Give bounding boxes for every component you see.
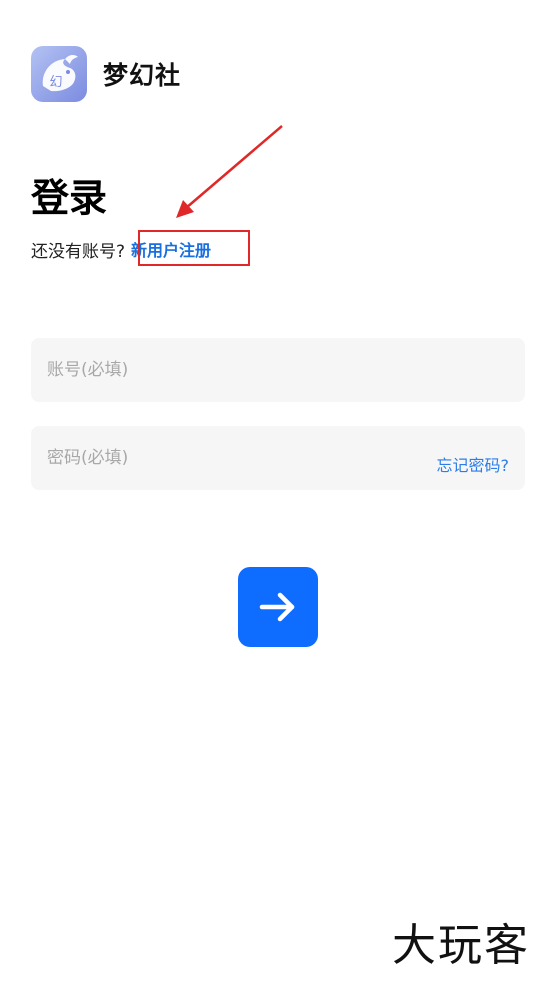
app-logo-icon: 幻 [31, 46, 87, 102]
new-user-register-link[interactable]: 新用户注册 [131, 237, 211, 261]
app-header: 幻 梦幻社 [31, 46, 181, 102]
register-prompt: 还没有账号? [31, 241, 126, 262]
register-row: 还没有账号? 新用户注册 [31, 236, 211, 262]
logo-glyph: 幻 [49, 75, 62, 90]
watermark-logo: 大玩客 [392, 920, 530, 971]
login-submit-button[interactable] [238, 567, 318, 647]
forgot-password-link[interactable]: 忘记密码? [437, 452, 510, 476]
account-field-container [31, 338, 525, 402]
watermark-text: 大玩客 [392, 920, 530, 971]
arrow-right-icon [259, 592, 295, 622]
account-input[interactable] [31, 338, 525, 402]
app-title: 梦幻社 [103, 61, 182, 90]
page-title: 登录 [31, 176, 108, 220]
password-field-container: 忘记密码? [31, 426, 525, 490]
